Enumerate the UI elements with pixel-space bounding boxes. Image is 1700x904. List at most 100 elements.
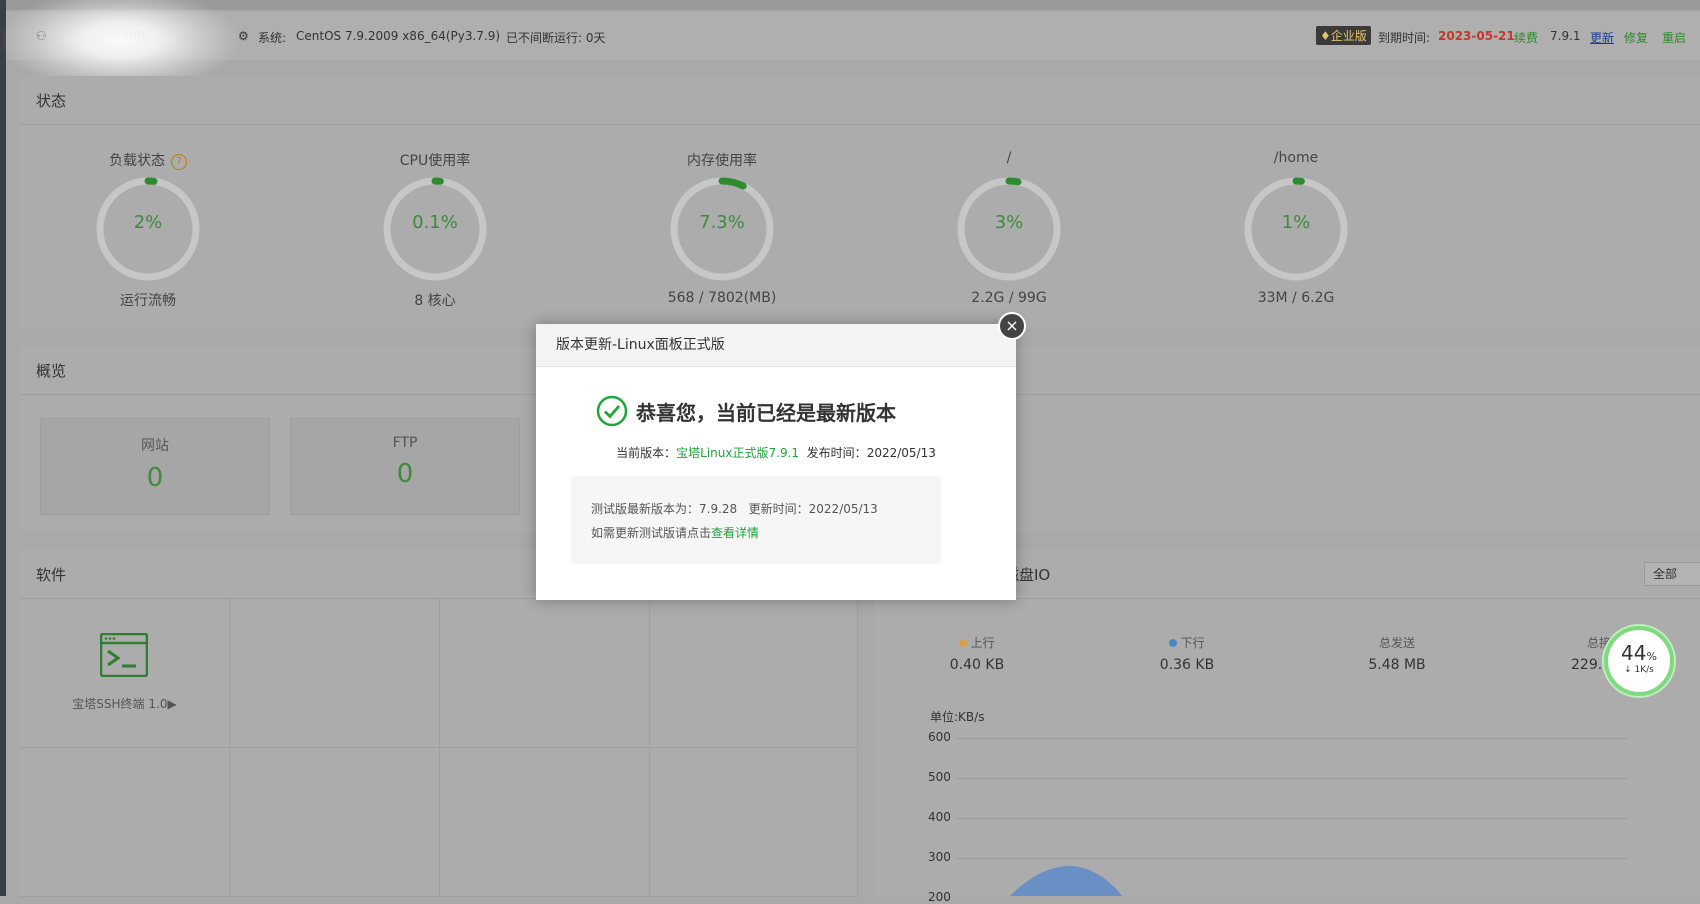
overview-title: 概览 [36, 362, 67, 380]
overview-card-sites[interactable]: 网站 0 [40, 418, 270, 515]
gauge-memory-sub: 568 / 7802(MB) [667, 290, 777, 306]
software-ssh-label[interactable]: 宝塔SSH终端 1.0▶ [20, 695, 229, 712]
update-dialog: 版本更新-Linux面板正式版 × 恭喜您，当前已经是最新版本 当前版本：宝塔L… [536, 312, 1026, 600]
dialog-title: 版本更新-Linux面板正式版 [536, 324, 1016, 367]
software-cell-empty [440, 599, 650, 748]
current-version-value: 宝塔Linux正式版7.9.1 [676, 446, 800, 460]
current-version-label: 当前版本： [616, 446, 677, 460]
success-message: 恭喜您，当前已经是最新版本 [636, 400, 896, 425]
overview-sites-value[interactable]: 0 [41, 463, 269, 493]
gauge-disk-root[interactable]: / 3% 2.2G / 99G [929, 150, 1089, 306]
gauge-disk-home-value: 1% [1281, 212, 1311, 233]
gauge-disk-root-value: 3% [994, 212, 1024, 233]
release-label: 发布时间： [806, 446, 867, 460]
traffic-down: 下行 0.36 KB [1127, 634, 1247, 673]
beta-update-value: 2022/05/13 [808, 502, 878, 516]
left-edge-strip [0, 0, 6, 896]
os-label: 系统: [258, 31, 287, 45]
gauge-load-value: 2% [133, 212, 163, 233]
traffic-panel: 磁盘IO 全部 ⌄ [874, 550, 1700, 896]
traffic-down-value: 0.36 KB [1159, 657, 1215, 673]
traffic-up-value: 0.40 KB [949, 657, 1005, 673]
top-edge-strip [6, 0, 1700, 10]
gauge-cpu[interactable]: CPU使用率 0.1% 8 核心 [355, 150, 515, 310]
uptime: 已不间断运行: 0天 [506, 31, 606, 45]
beta-update-label: 更新时间： [748, 502, 809, 516]
status-title: 状态 [36, 92, 67, 110]
overview-card-ftp[interactable]: FTP 0 [290, 418, 520, 515]
traffic-up: 上行 0.40 KB [917, 634, 1037, 673]
view-details-link[interactable]: 查看详情 [711, 526, 759, 540]
software-title: 软件 [36, 566, 67, 584]
gridline [956, 818, 1628, 819]
beta-version-value: 7.9.28 [699, 502, 738, 516]
overview-ftp-value[interactable]: 0 [291, 459, 519, 489]
traffic-area [1010, 866, 1122, 896]
y-tick: 400 [928, 810, 951, 824]
enterprise-badge[interactable]: ♦企业版 [1316, 26, 1371, 45]
beta-version-line: 测试版最新版本为：7.9.28 更新时间：2022/05/13 [591, 500, 878, 517]
overview-ftp-label: FTP [392, 435, 418, 451]
software-cell-empty [20, 748, 230, 897]
gauge-disk-home-label: /home [1273, 150, 1319, 166]
top-status-bar: ⚇ 1388 ⚙ 系统: CentOS 7.9.2009 x86_64(Py3.… [6, 12, 1700, 60]
os-info: CentOS 7.9.2009 x86_64(Py3.7.9) [296, 29, 501, 43]
speed-ball[interactable]: 44% ↓ 1K/s [1604, 626, 1674, 696]
gauge-disk-root-sub: 2.2G / 99G [971, 290, 1047, 306]
software-cell-empty [440, 748, 650, 897]
traffic-unit: 单位:KB/s [930, 710, 985, 724]
close-icon[interactable]: × [998, 312, 1026, 340]
y-tick: 200 [928, 890, 951, 904]
terminal-icon [100, 633, 148, 677]
gauge-memory-value: 7.3% [699, 212, 745, 233]
y-tick: 600 [928, 730, 951, 744]
gridline [956, 778, 1628, 779]
software-cell-empty [650, 599, 858, 748]
gauge-cpu-sub: 8 核心 [414, 293, 456, 309]
traffic-up-label: 上行 [970, 636, 995, 650]
gauge-memory[interactable]: 内存使用率 7.3% 568 / 7802(MB) [642, 150, 802, 306]
gauge-memory-label: 内存使用率 [687, 153, 757, 169]
success-row: 恭喜您，当前已经是最新版本 [596, 394, 896, 428]
help-icon[interactable]: ? [171, 154, 187, 170]
y-tick: 300 [928, 850, 951, 864]
gauge-disk-home-sub: 33M / 6.2G [1257, 290, 1335, 306]
gauge-load-label: 负载状态 [109, 153, 165, 169]
restart-link[interactable]: 重启 [1662, 29, 1686, 46]
y-tick: 500 [928, 770, 951, 784]
overview-sites-label: 网站 [141, 438, 169, 454]
beta-hint-line: 如需更新测试版请点击查看详情 [591, 524, 759, 541]
traffic-total-send: 总发送 5.48 MB [1337, 634, 1457, 673]
enterprise-badge-label: 企业版 [1330, 29, 1367, 43]
current-version-line: 当前版本：宝塔Linux正式版7.9.1 发布时间：2022/05/13 [536, 444, 1016, 461]
check-circle-icon [596, 395, 628, 427]
status-divider [20, 124, 1700, 125]
gauge-cpu-label: CPU使用率 [399, 153, 471, 169]
beta-info-box: 测试版最新版本为：7.9.28 更新时间：2022/05/13 如需更新测试版请… [571, 476, 941, 564]
traffic-select[interactable]: 全部 ⌄ [1644, 562, 1700, 586]
gauge-disk-root-label: / [1006, 150, 1012, 166]
traffic-select-value: 全部 [1653, 567, 1678, 581]
speed-rate: ↓ 1K/s [1624, 665, 1654, 675]
software-cell-ssh[interactable]: 宝塔SSH终端 1.0▶ [20, 599, 230, 748]
gridline [956, 858, 1628, 859]
repair-link[interactable]: 修复 [1624, 29, 1648, 46]
speed-percent: 44% [1621, 641, 1657, 665]
software-cell-empty [230, 599, 440, 748]
software-cell-empty [650, 748, 858, 897]
software-cell-empty [230, 748, 440, 897]
gauge-load[interactable]: 负载状态? 2% 运行流畅 [68, 150, 228, 310]
down-dot-icon [1169, 639, 1178, 647]
update-link[interactable]: 更新 [1590, 29, 1614, 46]
status-panel: 状态 负载状态? 2% 运行流畅 CPU使用率 0.1% 8 核心 内存使用率 … [20, 76, 1700, 328]
renew-link[interactable]: 续费 [1514, 29, 1538, 46]
diamond-icon: ♦ [1320, 29, 1331, 43]
release-value: 2022/05/13 [866, 446, 936, 460]
gauge-disk-home[interactable]: /home 1% 33M / 6.2G [1216, 150, 1376, 306]
gauge-cpu-value: 0.1% [412, 212, 458, 233]
panel-version: 7.9.1 [1550, 29, 1581, 43]
expire-label: 到期时间: [1378, 31, 1431, 45]
beta-hint: 如需更新测试版请点击 [591, 526, 712, 540]
gridline [956, 738, 1628, 739]
gauge-load-sub: 运行流畅 [120, 293, 176, 309]
